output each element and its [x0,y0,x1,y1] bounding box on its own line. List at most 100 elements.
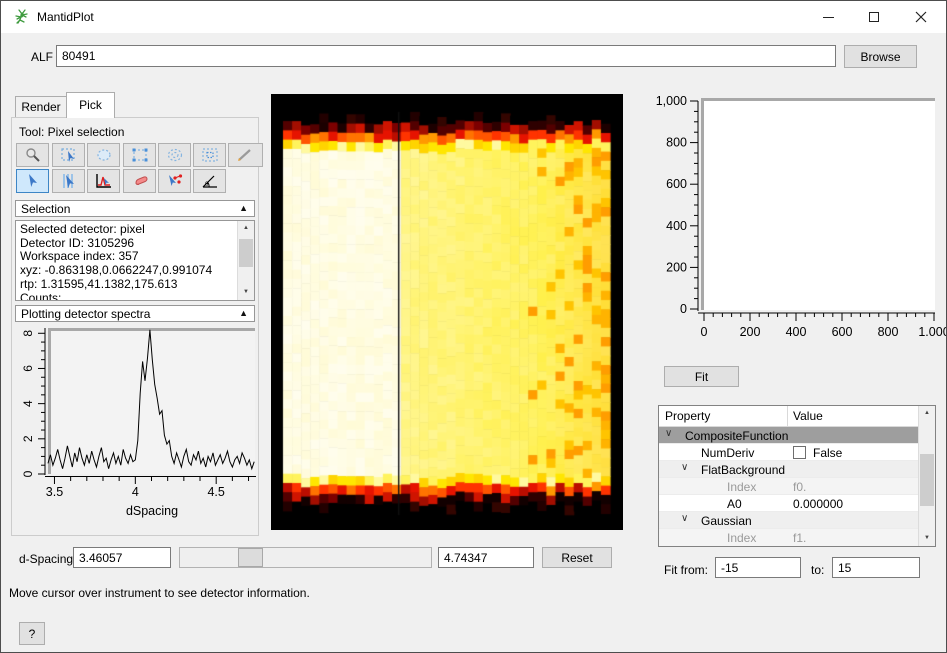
help-button[interactable]: ? [19,622,45,645]
fit-from-input[interactable] [715,557,801,578]
compare-tool-button[interactable] [158,169,191,193]
selection-info-line: Detector ID: 3105296 [20,237,232,251]
draw-ellipse-tool-icon [95,147,113,163]
expand-chevron-icon[interactable] [681,462,688,473]
scroll-up-icon[interactable] [919,406,935,421]
draw-line-tool-button[interactable] [228,143,263,167]
add-peak-tool-button[interactable] [87,169,120,193]
row-property: FlatBackground [701,463,785,477]
svg-text:0: 0 [21,470,35,477]
expand-chevron-icon[interactable] [665,428,672,439]
svg-text:3.5: 3.5 [46,485,63,499]
spectra-plot[interactable]: 024683.544.5dSpacing [15,323,259,531]
mantidplot-window: MantidPlot ALF Browse Render Pick Tool: … [0,0,947,653]
minimize-button[interactable] [805,1,851,33]
status-text: Move cursor over instrument to see detec… [9,586,310,600]
title-bar[interactable]: MantidPlot [1,1,946,33]
row-value[interactable]: 0.000000 [793,497,843,511]
svg-text:8: 8 [21,330,35,337]
spectra-section-header[interactable]: Plotting detector spectra [15,305,255,322]
align-tool-icon: θ [201,173,219,189]
row-property: Index [727,531,756,545]
svg-text:dSpacing: dSpacing [126,504,178,518]
draw-line-tool-icon [236,147,256,163]
row-property: NumDeriv [701,446,754,460]
svg-text:600: 600 [666,177,687,191]
draw-rectangle-tool-button[interactable] [123,143,156,167]
select-pixel-tool-icon [24,173,42,189]
selection-header-label: Selection [21,202,70,216]
svg-text:800: 800 [878,325,899,339]
scroll-down-icon[interactable] [238,285,254,300]
selection-info-line: xyz: -0.863198,0.0662247,0.991074 [20,264,232,278]
svg-text:0: 0 [701,325,708,339]
fit-preview-plot[interactable]: 02004006008001,00002004006008001.000 [646,91,946,349]
selection-info-line: rtp: 1.31595,41.1382,175.613 [20,278,232,292]
tab-pick[interactable]: Pick [66,92,115,118]
numderiv-checkbox[interactable] [793,446,806,459]
select-tube-tool-button[interactable] [52,169,85,193]
table-scrollbar[interactable] [918,406,935,546]
dspacing-slider-handle[interactable] [238,548,263,567]
row-value: f1. [793,531,806,545]
add-peak-tool-icon [95,173,113,189]
table-row[interactable]: CompositeFunction [659,427,919,444]
svg-text:0: 0 [680,302,687,316]
zoom-tool-button[interactable] [16,143,49,167]
table-header-row: Property Value [659,406,919,427]
scrollbar-thumb[interactable] [239,239,253,267]
select-pixel-tool-button[interactable] [16,169,49,193]
draw-ring-ellipse-tool-button[interactable] [158,143,191,167]
scrollbar-thumb[interactable] [920,454,934,506]
fit-button[interactable]: Fit [664,366,739,387]
selection-section-header[interactable]: Selection [15,200,255,217]
erase-peak-tool-button[interactable] [123,169,156,193]
tool-label: Tool: Pixel selection [19,125,124,139]
maximize-icon [869,12,879,22]
table-row[interactable]: Gaussian [659,512,919,529]
table-row[interactable]: Index f0. [659,478,919,495]
edit-shape-tool-button[interactable] [52,143,85,167]
draw-ring-rectangle-tool-button[interactable] [193,143,226,167]
table-row[interactable]: Index f1. [659,529,919,546]
table-row[interactable]: FlatBackground [659,461,919,478]
row-property: A0 [727,497,742,511]
svg-text:4: 4 [21,400,35,407]
fit-to-input[interactable] [832,557,920,578]
expand-chevron-icon[interactable] [681,513,688,524]
svg-text:4.5: 4.5 [207,485,224,499]
zoom-tool-icon [24,147,42,163]
browse-button[interactable]: Browse [844,45,917,68]
dspacing-min-input[interactable] [73,547,171,568]
align-tool-button[interactable]: θ [193,169,226,193]
select-tube-tool-icon [60,173,78,189]
dspacing-max-input[interactable] [438,547,534,568]
column-divider [787,406,788,427]
instrument-view[interactable] [271,94,623,530]
svg-text:1.000: 1.000 [918,325,946,339]
erase-peak-tool-icon [131,173,149,189]
row-value: False [813,446,842,460]
dspacing-slider[interactable] [179,547,432,568]
draw-ellipse-tool-button[interactable] [87,143,120,167]
selection-info-box[interactable]: Selected detector: pixel Detector ID: 31… [15,220,255,301]
run-number-input[interactable] [56,45,836,67]
table-row[interactable]: A0 0.000000 [659,495,919,512]
close-button[interactable] [898,1,944,33]
svg-text:400: 400 [666,219,687,233]
scroll-down-icon[interactable] [919,531,935,546]
draw-ring-ellipse-tool-icon [166,147,184,163]
selection-info-line: Selected detector: pixel [20,223,232,237]
property-column-header: Property [665,409,710,423]
selection-info-line: Workspace index: 357 [20,250,232,264]
window-title: MantidPlot [37,10,94,24]
maximize-button[interactable] [851,1,897,33]
selection-scrollbar[interactable] [237,221,254,300]
svg-text:4: 4 [132,485,139,499]
table-row[interactable]: NumDeriv False [659,444,919,461]
scroll-up-icon[interactable] [238,221,254,236]
tab-render[interactable]: Render [15,96,67,117]
minimize-icon [823,17,834,18]
svg-text:6: 6 [21,365,35,372]
reset-button[interactable]: Reset [542,547,612,568]
